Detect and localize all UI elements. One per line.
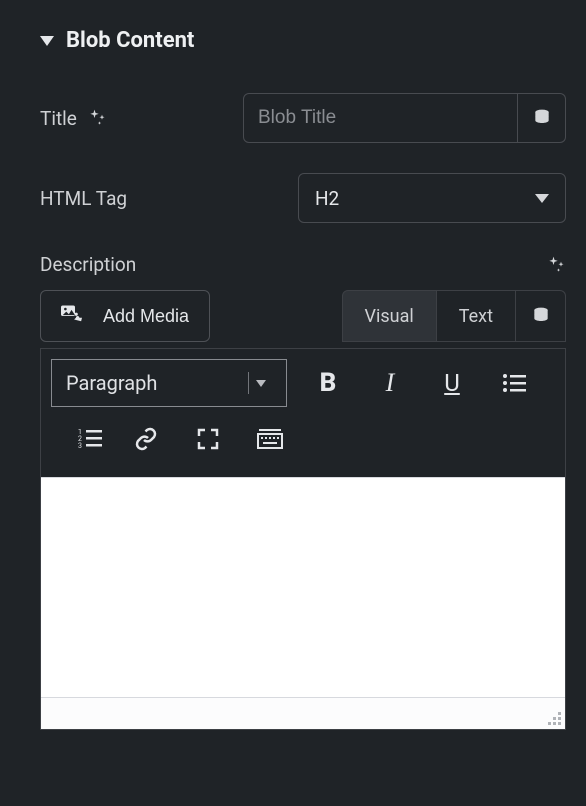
bullet-list-icon [502,373,526,393]
section-title: Blob Content [66,28,194,53]
toolbar-toggle-button[interactable] [239,415,301,463]
wysiwyg-editor: Paragraph B I U 1 2 3 [40,348,566,730]
add-media-button[interactable]: Add Media [40,290,210,342]
section-header[interactable]: Blob Content [40,28,566,53]
format-select[interactable]: Paragraph [51,359,287,407]
italic-button[interactable]: I [359,359,421,407]
underline-button[interactable]: U [421,359,483,407]
htmltag-select[interactable]: H2 [298,173,566,223]
sparkle-icon[interactable] [546,255,566,275]
editor-dynamic-button[interactable] [516,290,566,342]
title-input-wrap [243,93,566,143]
media-icon [61,304,89,328]
numbered-list-button[interactable]: 1 2 3 [65,415,115,463]
editor-content-area[interactable] [41,477,565,697]
editor-top-row: Add Media Visual Text [40,290,566,342]
title-label-wrap: Title [40,107,243,130]
sparkle-icon [87,108,107,128]
text-tab[interactable]: Text [437,290,516,342]
database-icon [531,306,551,326]
database-icon [532,108,552,128]
htmltag-value: H2 [315,187,339,210]
editor-statusbar [41,697,565,729]
editor-toolbar-row2: 1 2 3 [41,413,565,477]
link-button[interactable] [115,415,177,463]
htmltag-label-wrap: HTML Tag [40,187,298,210]
format-select-arrow [248,372,272,394]
fullscreen-icon [197,428,219,450]
resize-grip[interactable] [547,711,561,725]
chevron-down-icon [535,194,549,203]
add-media-label: Add Media [103,306,189,327]
dynamic-tag-button[interactable] [518,93,566,143]
bold-button[interactable]: B [297,359,359,407]
editor-toolbar-row1: Paragraph B I U [41,349,565,413]
format-value: Paragraph [66,371,157,395]
fullscreen-button[interactable] [177,415,239,463]
title-label: Title [40,107,77,130]
numbered-list-icon: 1 2 3 [78,429,102,449]
triangle-down-icon [40,36,54,46]
title-input[interactable] [243,93,518,143]
htmltag-field-row: HTML Tag H2 [40,173,566,223]
bullet-list-button[interactable] [483,359,545,407]
svg-text:3: 3 [78,442,82,449]
visual-tab[interactable]: Visual [342,290,437,342]
htmltag-label: HTML Tag [40,187,127,210]
description-label-row: Description [40,253,566,276]
title-field-row: Title [40,93,566,143]
description-label: Description [40,253,136,276]
triangle-down-icon [256,380,266,387]
editor-mode-tabs: Visual Text [342,290,566,342]
link-icon [134,427,158,451]
keyboard-icon [257,428,283,450]
